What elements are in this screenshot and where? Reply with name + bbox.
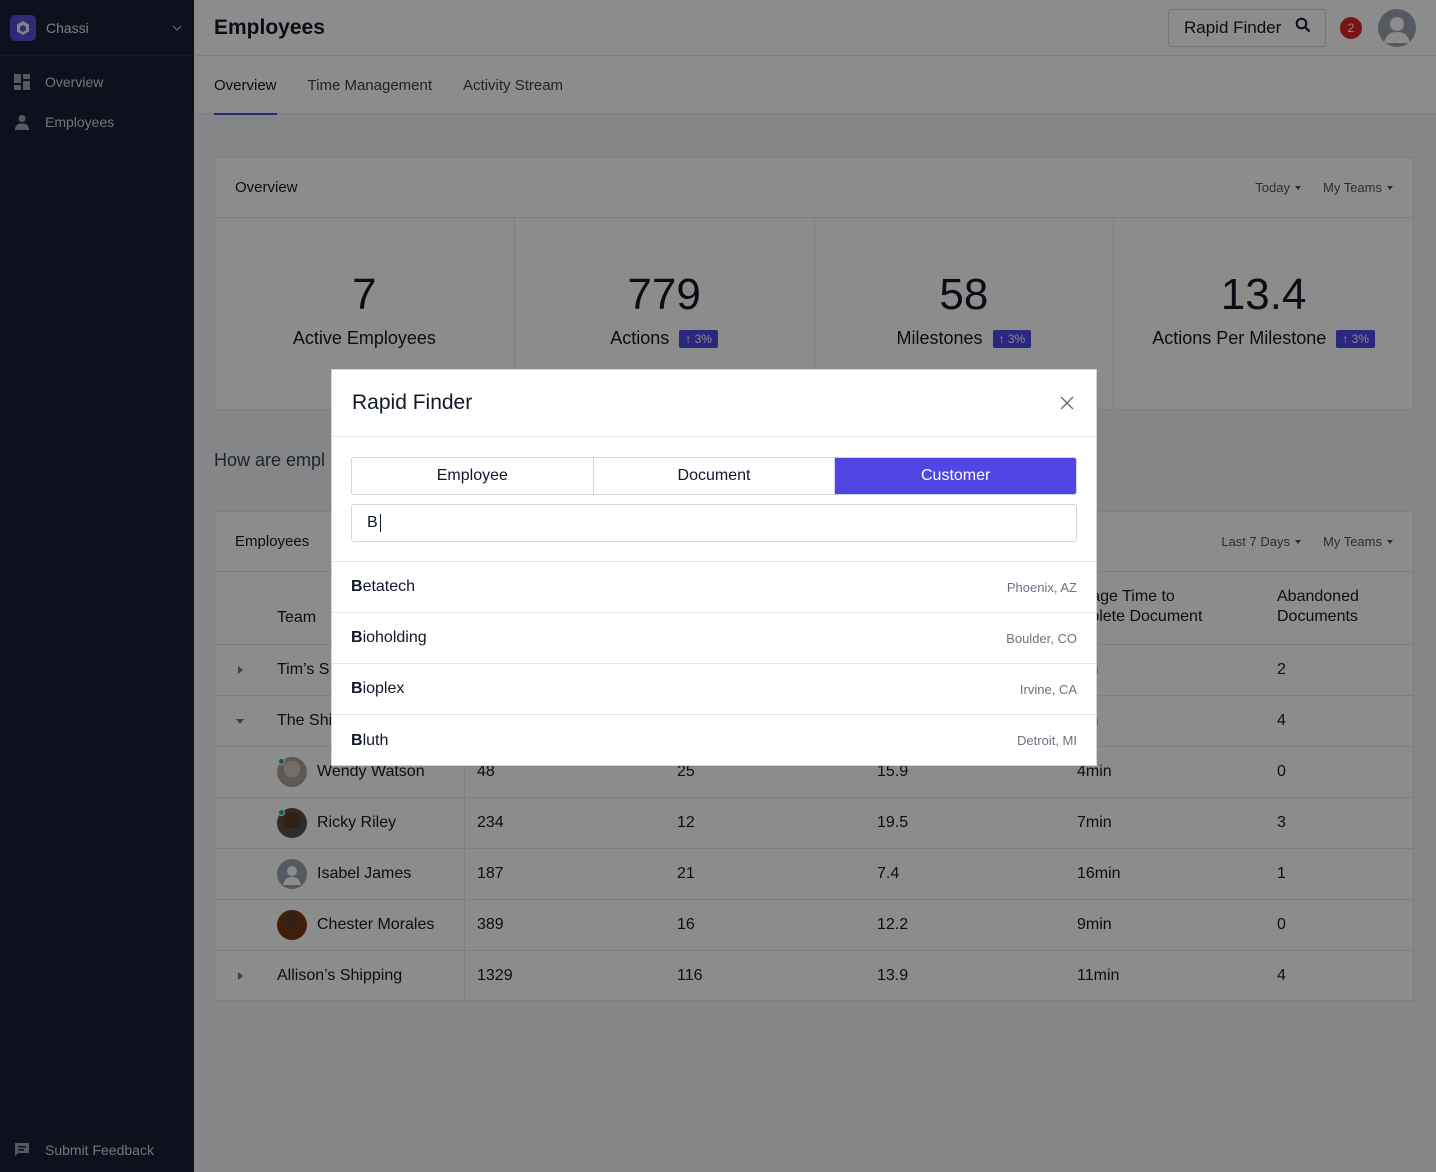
result-item[interactable]: Bioplex Irvine, CA (332, 664, 1096, 715)
result-rest: etatech (362, 578, 416, 595)
result-name: Bluth (351, 732, 1017, 750)
search-type-toggle: Employee Document Customer (351, 457, 1077, 495)
result-item[interactable]: Bioholding Boulder, CO (332, 613, 1096, 664)
result-location: Detroit, MI (1017, 733, 1077, 748)
result-match: B (351, 680, 363, 697)
result-rest: luth (362, 731, 389, 749)
text-cursor (379, 514, 381, 532)
result-match: B (351, 629, 363, 646)
result-rest: ioholding (362, 629, 427, 646)
segment-document[interactable]: Document (593, 458, 836, 494)
result-match: B (351, 578, 363, 595)
close-icon[interactable] (1058, 394, 1076, 412)
result-name: Betatech (351, 578, 1007, 596)
result-match: B (351, 731, 363, 749)
results-list: Betatech Phoenix, AZ Bioholding Boulder, CO… (332, 562, 1096, 766)
segment-customer[interactable]: Customer (835, 458, 1076, 494)
rapid-finder-modal: Rapid Finder Employee Document Customer … (331, 369, 1097, 766)
result-name: Bioholding (351, 629, 1006, 647)
result-item[interactable]: Betatech Phoenix, AZ (332, 562, 1096, 613)
modal-title: Rapid Finder (352, 391, 473, 414)
segment-employee[interactable]: Employee (352, 458, 594, 494)
result-item[interactable]: Bluth Detroit, MI (332, 715, 1096, 766)
result-location: Boulder, CO (1006, 630, 1077, 646)
search-query: B (367, 514, 378, 531)
result-location: Phoenix, AZ (1006, 579, 1077, 595)
result-name: Bioplex (351, 680, 1020, 698)
search-input[interactable]: B (351, 504, 1077, 542)
result-rest: ioplex (362, 680, 405, 697)
result-location: Irvine, CA (1019, 681, 1077, 697)
